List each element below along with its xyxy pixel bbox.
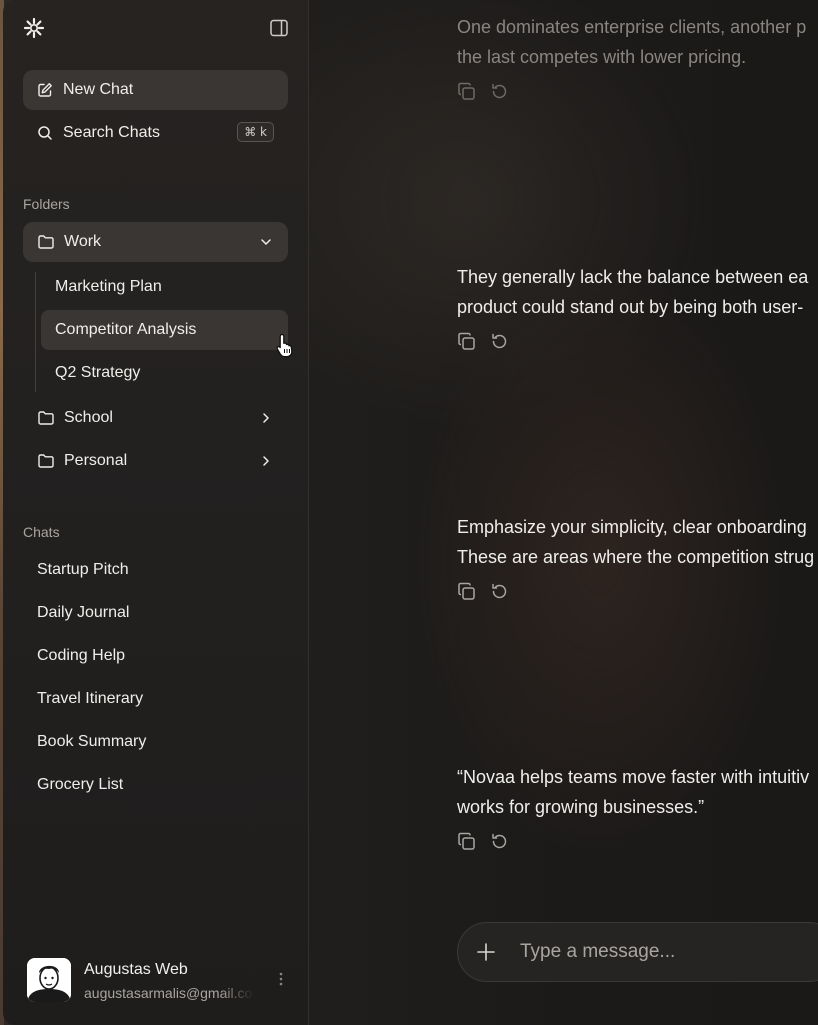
- message-line: Emphasize your simplicity, clear onboard…: [457, 517, 807, 537]
- chat-item-label: Grocery List: [37, 776, 124, 793]
- message-line: “Novaa helps teams move faster with intu…: [457, 767, 810, 787]
- assistant-message: “Novaa helps teams move faster with intu…: [457, 762, 818, 822]
- new-chat-button[interactable]: New Chat: [23, 70, 288, 110]
- chat-item-label: Startup Pitch: [37, 561, 129, 578]
- folders-heading: Folders: [23, 196, 70, 212]
- assistant-message: Emphasize your simplicity, clear onboard…: [457, 512, 818, 572]
- message-line: They generally lack the balance between …: [457, 267, 809, 287]
- new-chat-label: New Chat: [63, 81, 134, 98]
- folder-icon: [37, 234, 55, 250]
- pointer-cursor-icon: [275, 332, 297, 358]
- sidebar: New Chat Search Chats ⌘ k Folders Work M…: [3, 0, 309, 1025]
- edit-icon: [37, 82, 53, 98]
- message-line: the last competes with lower pricing.: [457, 47, 747, 67]
- folder-item-label: Marketing Plan: [55, 278, 162, 295]
- folder-item-marketing-plan[interactable]: Marketing Plan: [41, 267, 288, 307]
- chat-item-label: Coding Help: [37, 647, 126, 664]
- folder-tree-line: [35, 272, 36, 392]
- copy-icon[interactable]: [457, 82, 476, 101]
- message-actions: [457, 582, 509, 604]
- chats-heading: Chats: [23, 524, 60, 540]
- chat-item-book-summary[interactable]: Book Summary: [23, 724, 288, 760]
- chat-item-grocery-list[interactable]: Grocery List: [23, 767, 288, 803]
- message-actions: [457, 832, 509, 854]
- copy-icon[interactable]: [457, 832, 476, 851]
- folder-personal-label: Personal: [64, 452, 128, 469]
- assistant-message: One dominates enterprise clients, anothe…: [457, 12, 818, 72]
- message-line: product could stand out by being both us…: [457, 297, 804, 317]
- folder-work-label: Work: [64, 233, 102, 250]
- folder-item-label: Competitor Analysis: [55, 321, 197, 338]
- avatar: [27, 958, 71, 1002]
- folder-icon: [37, 410, 55, 426]
- regenerate-icon[interactable]: [490, 82, 509, 101]
- more-options-icon[interactable]: [273, 969, 289, 989]
- folder-personal[interactable]: Personal: [23, 441, 288, 481]
- message-line: These are areas where the competition st…: [457, 547, 815, 567]
- chat-item-label: Book Summary: [37, 733, 147, 750]
- chat-item-label: Daily Journal: [37, 604, 130, 621]
- message-input[interactable]: [518, 935, 812, 969]
- folder-work[interactable]: Work: [23, 222, 288, 262]
- chat-item-daily-journal[interactable]: Daily Journal: [23, 595, 288, 631]
- chevron-down-icon: [258, 234, 274, 250]
- message-actions: [457, 82, 509, 104]
- regenerate-icon[interactable]: [490, 582, 509, 601]
- search-icon: [37, 125, 53, 141]
- message-composer: [457, 922, 818, 982]
- folder-icon: [37, 453, 55, 469]
- chevron-right-icon: [258, 453, 274, 469]
- app-logo-icon: [23, 17, 45, 39]
- user-name: Augustas Web: [84, 961, 188, 978]
- chat-item-startup-pitch[interactable]: Startup Pitch: [23, 552, 288, 588]
- user-profile[interactable]: Augustas Web augustasarmalis@gmail.com: [27, 955, 297, 1005]
- sidebar-toggle-icon[interactable]: [269, 18, 289, 38]
- copy-icon[interactable]: [457, 582, 476, 601]
- folder-item-q2-strategy[interactable]: Q2 Strategy: [41, 353, 288, 393]
- message-line: One dominates enterprise clients, anothe…: [457, 17, 807, 37]
- user-email: augustasarmalis@gmail.com: [84, 985, 254, 1001]
- search-chats-label: Search Chats: [63, 124, 160, 141]
- search-chats-button[interactable]: Search Chats ⌘ k: [23, 113, 288, 153]
- message-actions: [457, 332, 509, 354]
- folder-school-label: School: [64, 409, 113, 426]
- chat-item-coding-help[interactable]: Coding Help: [23, 638, 288, 674]
- folder-item-competitor-analysis[interactable]: Competitor Analysis: [41, 310, 288, 350]
- chevron-right-icon: [258, 410, 274, 426]
- plus-icon[interactable]: [476, 942, 496, 962]
- message-line: works for growing businesses.”: [457, 797, 705, 817]
- copy-icon[interactable]: [457, 332, 476, 351]
- regenerate-icon[interactable]: [490, 832, 509, 851]
- chat-item-label: Travel Itinerary: [37, 690, 144, 707]
- assistant-message: They generally lack the balance between …: [457, 262, 818, 322]
- chat-item-travel-itinerary[interactable]: Travel Itinerary: [23, 681, 288, 717]
- search-shortcut-badge: ⌘ k: [237, 122, 274, 142]
- folder-school[interactable]: School: [23, 398, 288, 438]
- regenerate-icon[interactable]: [490, 332, 509, 351]
- folder-item-label: Q2 Strategy: [55, 364, 141, 381]
